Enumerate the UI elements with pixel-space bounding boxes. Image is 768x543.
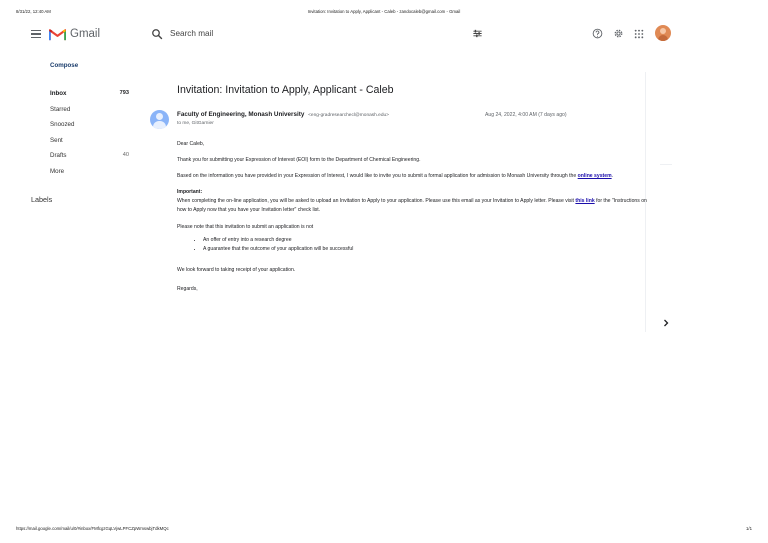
sidebar-item-label: More	[50, 167, 65, 175]
print-footer: https://mail.google.com/mail/u/0/#inbox/…	[16, 526, 752, 534]
sidebar-item-label: Inbox	[50, 90, 67, 97]
apps-icon[interactable]	[634, 29, 644, 39]
sidebar-nav: Inbox 793 Starred Snoozed Sent Drafts 40…	[50, 90, 130, 183]
paragraph-end: .	[611, 173, 614, 180]
sender-name[interactable]: Faculty of Engineering, Monash Universit…	[177, 111, 304, 118]
compose-button[interactable]: Compose	[50, 62, 78, 69]
sidebar-item-inbox[interactable]: Inbox 793	[50, 90, 130, 106]
print-page-number: 1/1	[746, 526, 752, 531]
sidebar-item-more[interactable]: More	[50, 168, 130, 184]
sidebar-item-label: Sent	[50, 136, 63, 144]
sender-avatar	[150, 110, 169, 129]
avatar-head	[660, 28, 666, 34]
inbox-count: 793	[119, 90, 129, 96]
sidebar-item-label: Drafts	[50, 152, 67, 159]
message-subject: Invitation: Invitation to Apply, Applica…	[177, 84, 394, 96]
gmail-logo[interactable]: Gmail	[49, 26, 100, 42]
paragraph-text: Based on the information you have provid…	[177, 173, 578, 180]
filter-icon[interactable]	[472, 28, 483, 39]
recipients[interactable]: to me, GitGarnier	[177, 121, 214, 126]
important-heading: Important:	[177, 189, 203, 196]
paragraph: Please note that this invitation to subm…	[177, 223, 314, 230]
sidebar-item-sent[interactable]: Sent	[50, 137, 130, 153]
paragraph: When completing the on-line application,…	[177, 197, 647, 215]
chevron-right-icon[interactable]	[663, 319, 669, 327]
sender-line: Faculty of Engineering, Monash Universit…	[177, 111, 389, 118]
sidebar-item-label: Starred	[50, 105, 71, 113]
gmail-m-icon	[49, 28, 66, 40]
labels-heading: Labels	[31, 195, 53, 204]
print-header: 8/31/22, 12:40 AM Invitation: Invitation…	[16, 9, 752, 17]
gear-icon[interactable]	[613, 28, 624, 39]
app-name: Gmail	[70, 28, 101, 40]
this-link-link[interactable]: this link	[575, 198, 594, 204]
avatar-body	[658, 35, 668, 41]
sender-avatar-head	[156, 113, 163, 120]
print-title: Invitation: Invitation to Apply, Applica…	[307, 9, 461, 14]
sender-email: <eng-gradresearchecl@monash.edu>	[308, 113, 389, 118]
paragraph: Thank you for submitting your Expression…	[177, 157, 421, 164]
bullet-list: An offer of entry into a research degree…	[177, 236, 647, 254]
paragraph: Based on the information you have provid…	[177, 172, 647, 181]
paragraph: We look forward to taking receipt of you…	[177, 266, 296, 273]
signoff: Regards,	[177, 285, 198, 292]
sidebar-item-label: Snoozed	[50, 121, 75, 128]
sidebar-item-snoozed[interactable]: Snoozed	[50, 121, 130, 137]
divider	[660, 164, 672, 165]
list-item: An offer of entry into a research degree	[203, 236, 647, 245]
sidebar-item-starred[interactable]: Starred	[50, 106, 130, 122]
greeting: Dear Caleb,	[177, 141, 205, 147]
top-bar: Gmail Search mail	[0, 24, 768, 46]
sender-avatar-body	[153, 121, 166, 129]
search-input[interactable]: Search mail	[170, 29, 213, 38]
message-date: Aug 24, 2022, 4:00 AM (7 days ago)	[485, 112, 567, 118]
print-url: https://mail.google.com/mail/u/0/#inbox/…	[16, 526, 169, 531]
email-body: Dear Caleb, Thank you for submitting you…	[177, 140, 647, 301]
online-system-link[interactable]: online system	[578, 173, 612, 179]
sidebar-item-drafts[interactable]: Drafts 40	[50, 152, 130, 168]
menu-icon[interactable]	[31, 30, 41, 38]
help-icon[interactable]	[592, 28, 603, 39]
avatar[interactable]	[655, 25, 671, 41]
paragraph-text: When completing the on-line application,…	[177, 198, 576, 205]
search-icon[interactable]	[151, 28, 163, 40]
drafts-count: 40	[122, 152, 129, 158]
list-item: A guarantee that the outcome of your app…	[203, 245, 647, 254]
